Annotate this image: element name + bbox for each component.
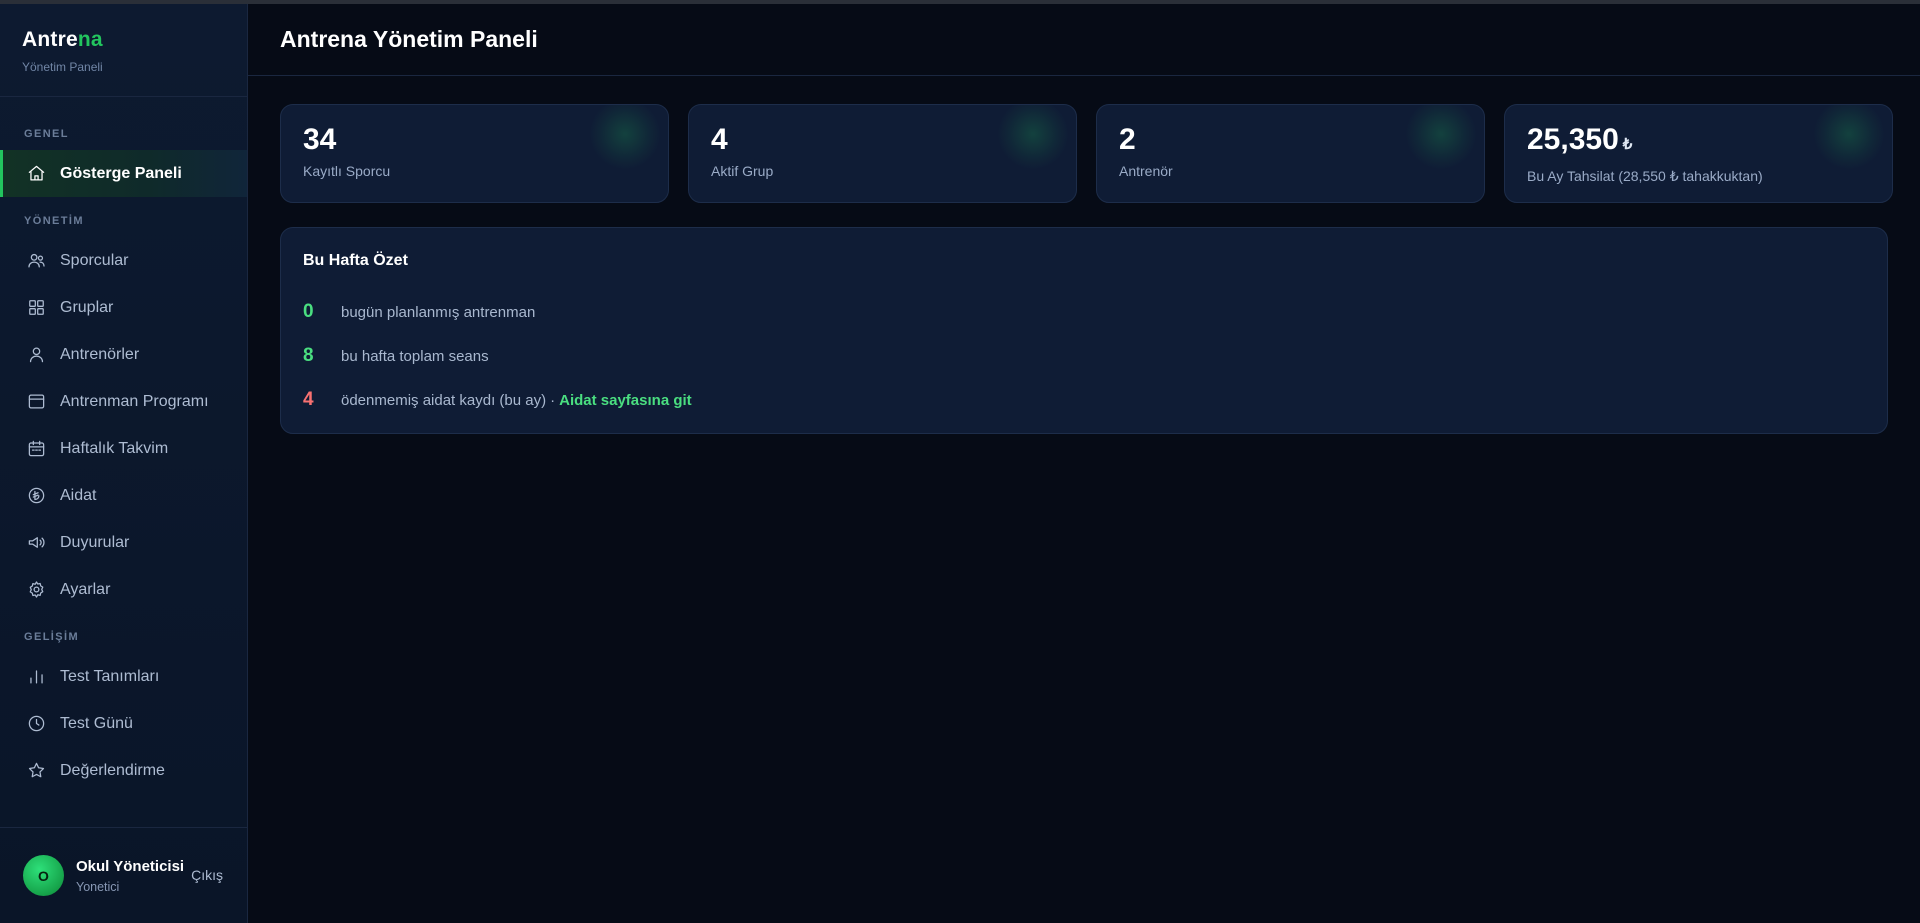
stat-label: Kayıtlı Sporcu: [303, 163, 391, 179]
currency-unit: ₺: [1622, 136, 1633, 153]
sidebar-item-label: Gruplar: [60, 298, 114, 316]
brand: Antrena Yönetim Paneli: [0, 4, 247, 97]
logout-button[interactable]: Çıkış: [191, 867, 223, 883]
summary-row: 8 bu hafta toplam seans: [303, 334, 1865, 378]
user-info: Okul Yöneticisi Yonetici: [76, 858, 184, 894]
bar-chart-icon: [26, 667, 46, 687]
sidebar-item-label: Değerlendirme: [60, 761, 165, 779]
sidebar-item-test-gunu[interactable]: Test Günü: [0, 700, 247, 747]
sidebar-item-label: Sporcular: [60, 251, 129, 269]
clock-icon: [26, 714, 46, 734]
card-glow: [1814, 105, 1884, 169]
sidebar-item-label: Test Günü: [60, 714, 133, 732]
stat-label: Bu Ay Tahsilat (28,550 ₺ tahakkuktan): [1527, 168, 1763, 184]
brand-subtitle: Yönetim Paneli: [22, 60, 103, 74]
sidebar-item-label: Antrenörler: [60, 345, 140, 363]
stats-row: 34 Kayıtlı Sporcu 4 Aktif Grup 2 Antrenö…: [280, 104, 1893, 203]
user-box: O Okul Yöneticisi Yonetici Çıkış: [0, 827, 247, 923]
section-label-gelisim: GELİŞİM: [24, 631, 80, 643]
page-header: Antrena Yönetim Paneli: [248, 4, 1920, 76]
summary-row: 4 ödenmemiş aidat kaydı (bu ay) · Aidat …: [303, 378, 1865, 422]
brand-name-part1: Antre: [22, 28, 78, 51]
avatar[interactable]: O: [23, 855, 64, 896]
stat-number: 4: [711, 123, 728, 156]
sidebar-item-label: Test Tanımları: [60, 667, 160, 685]
stat-card-tahsilat[interactable]: 25,350 ₺ Bu Ay Tahsilat (28,550 ₺ tahakku…: [1504, 104, 1893, 203]
stat-number: 25,350: [1527, 123, 1619, 156]
summary-text: bu hafta toplam seans: [341, 347, 489, 365]
card-glow: [590, 105, 660, 169]
sidebar: Antrena Yönetim Paneli GENEL Gösterge Pa…: [0, 4, 248, 923]
summary-count: 4: [303, 389, 314, 410]
section-label-yonetim: YÖNETİM: [24, 215, 84, 227]
sidebar-item-haftalik-takvim[interactable]: Haftalık Takvim: [0, 425, 247, 472]
sidebar-item-degerlendirme[interactable]: Değerlendirme: [0, 747, 247, 794]
summary-count: 8: [303, 345, 314, 366]
lira-circle-icon: [26, 486, 46, 506]
users-icon: [26, 251, 46, 271]
stat-label: Aktif Grup: [711, 163, 774, 179]
stat-card-grup[interactable]: 4 Aktif Grup: [688, 104, 1077, 203]
card-glow: [998, 105, 1068, 169]
sidebar-item-ayarlar[interactable]: Ayarlar: [0, 566, 247, 613]
summary-separator: ·: [550, 391, 556, 409]
sidebar-item-label: Haftalık Takvim: [60, 439, 169, 457]
sidebar-item-aidat[interactable]: Aidat: [0, 472, 247, 519]
aidat-page-link[interactable]: Aidat sayfasına git: [559, 392, 692, 409]
brand-logo[interactable]: Antrena: [22, 28, 225, 52]
window-icon: [26, 392, 46, 412]
sidebar-item-gruplar[interactable]: Gruplar: [0, 284, 247, 331]
home-icon: [26, 164, 46, 184]
stat-number: 2: [1119, 123, 1136, 156]
summary-title: Bu Hafta Özet: [303, 252, 408, 269]
sidebar-item-sporcular[interactable]: Sporcular: [0, 237, 247, 284]
app: Antrena Yönetim Paneli GENEL Gösterge Pa…: [0, 4, 1920, 923]
summary-text: ödenmemiş aidat kaydı (bu ay): [341, 391, 547, 409]
grid-icon: [26, 298, 46, 318]
section-label-genel: GENEL: [24, 128, 69, 140]
summary-count: 0: [303, 301, 314, 322]
sidebar-item-antrenman-programi[interactable]: Antrenman Programı: [0, 378, 247, 425]
calendar-icon: [26, 439, 46, 459]
page-title: Antrena Yönetim Paneli: [280, 26, 538, 52]
sidebar-item-label: Antrenman Programı: [60, 392, 209, 410]
sidebar-item-label: Gösterge Paneli: [60, 164, 182, 182]
weekly-summary-card: Bu Hafta Özet 0 bugün planlanmış antrenm…: [280, 227, 1888, 434]
sidebar-item-label: Aidat: [60, 486, 97, 504]
sidebar-item-dashboard[interactable]: Gösterge Paneli: [0, 150, 247, 197]
summary-text: bugün planlanmış antrenman: [341, 303, 536, 321]
user-icon: [26, 345, 46, 365]
user-role: Yonetici: [76, 879, 120, 894]
stat-card-sporcu[interactable]: 34 Kayıtlı Sporcu: [280, 104, 669, 203]
sidebar-item-label: Duyurular: [60, 533, 130, 551]
stat-card-antrenor[interactable]: 2 Antrenör: [1096, 104, 1485, 203]
stat-number: 34: [303, 123, 337, 156]
stat-label: Antrenör: [1119, 163, 1173, 179]
card-glow: [1406, 105, 1476, 169]
sidebar-item-label: Ayarlar: [60, 580, 111, 598]
megaphone-icon: [26, 533, 46, 553]
main-content: Antrena Yönetim Paneli 34 Kayıtlı Sporcu…: [248, 4, 1920, 923]
summary-row: 0 bugün planlanmış antrenman: [303, 290, 1865, 334]
sidebar-item-duyurular[interactable]: Duyurular: [0, 519, 247, 566]
star-icon: [26, 761, 46, 781]
sidebar-item-antrenorler[interactable]: Antrenörler: [0, 331, 247, 378]
user-name: Okul Yöneticisi: [76, 857, 185, 875]
gear-icon: [26, 580, 46, 600]
sidebar-item-test-tanimlari[interactable]: Test Tanımları: [0, 653, 247, 700]
brand-name-part2: na: [77, 28, 103, 51]
